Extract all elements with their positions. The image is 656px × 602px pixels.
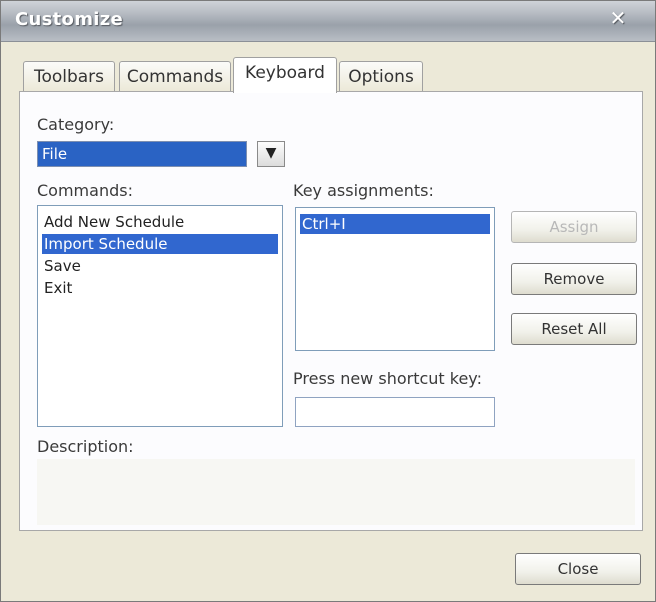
close-button[interactable]: Close	[515, 553, 641, 585]
tab-keyboard[interactable]: Keyboard	[233, 57, 337, 93]
shortcut-key-label: Press new shortcut key:	[293, 369, 482, 388]
list-item[interactable]: Exit	[42, 278, 278, 298]
tab-label: Toolbars	[33, 67, 105, 87]
assign-button[interactable]: Assign	[511, 211, 637, 243]
reset-all-button[interactable]: Reset All	[511, 313, 637, 345]
list-item[interactable]: Import Schedule	[42, 234, 278, 254]
tab-options[interactable]: Options	[339, 61, 423, 91]
close-icon[interactable]: ✕	[603, 3, 633, 33]
tab-label: Options	[348, 67, 414, 87]
category-select[interactable]: File	[37, 141, 247, 167]
key-assignments-label: Key assignments:	[293, 181, 434, 200]
commands-list[interactable]: Add New Schedule Import Schedule Save Ex…	[37, 205, 283, 427]
tab-commands[interactable]: Commands	[119, 61, 231, 91]
window-title: Customize	[15, 9, 124, 30]
tab-toolbars[interactable]: Toolbars	[23, 61, 115, 91]
tab-label: Commands	[126, 67, 224, 87]
remove-button[interactable]: Remove	[511, 263, 637, 295]
title-bar[interactable]: Customize ✕	[1, 1, 655, 42]
description-area	[37, 459, 635, 525]
list-item[interactable]: Ctrl+I	[300, 214, 490, 234]
description-label: Description:	[37, 437, 134, 456]
tab-label: Keyboard	[245, 63, 325, 83]
chevron-down-icon[interactable]: ▼	[257, 141, 285, 167]
commands-label: Commands:	[37, 181, 133, 200]
customize-dialog: Customize ✕ Toolbars Commands Keyboard O…	[0, 0, 656, 602]
list-item[interactable]: Save	[42, 256, 278, 276]
key-assignments-list[interactable]: Ctrl+I	[295, 207, 495, 351]
list-item[interactable]: Add New Schedule	[42, 212, 278, 232]
shortcut-key-input[interactable]	[295, 397, 495, 427]
category-label: Category:	[37, 115, 115, 134]
category-selected-value: File	[42, 145, 68, 163]
